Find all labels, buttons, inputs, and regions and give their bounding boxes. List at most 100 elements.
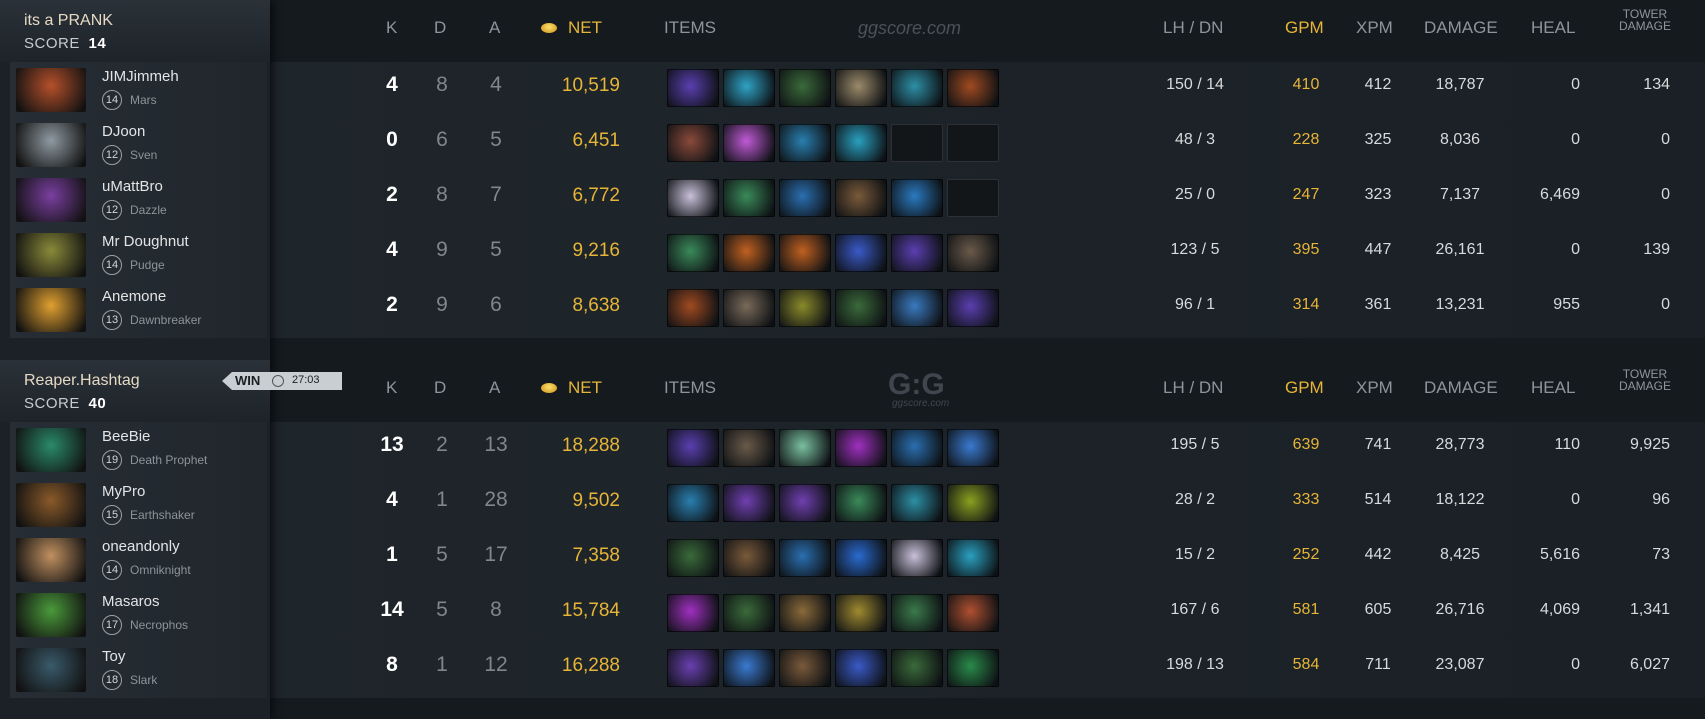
player-name[interactable]: Toy [102,648,125,665]
item-icon[interactable] [667,594,719,632]
player-name[interactable]: oneandonly [102,538,180,555]
tower-damage: 1,341 [1629,601,1670,618]
hero-level: 18 [102,670,122,690]
player-card[interactable]: BeeBie 19 Death Prophet [10,422,267,478]
item-icon[interactable] [779,124,831,162]
item-icon[interactable] [667,649,719,687]
team-name: its a PRANK [24,12,113,29]
item-icon[interactable] [667,429,719,467]
player-name[interactable]: uMattBro [102,178,163,195]
item-icon[interactable] [947,594,999,632]
item-icon[interactable] [779,539,831,577]
deaths: 1 [436,653,448,676]
item-icon[interactable] [835,594,887,632]
item-icon[interactable] [947,484,999,522]
item-icon[interactable] [779,649,831,687]
item-icon[interactable] [947,234,999,272]
item-icon[interactable] [667,69,719,107]
net-worth: 9,502 [572,490,620,511]
player-card[interactable]: uMattBro 12 Dazzle [10,172,267,228]
item-icon[interactable] [723,69,775,107]
kills: 13 [380,433,404,456]
item-icon[interactable] [723,484,775,522]
item-icon[interactable] [835,484,887,522]
hero-name: Dazzle [130,203,167,217]
item-icon[interactable] [723,649,775,687]
item-icon[interactable] [723,124,775,162]
player-name[interactable]: MyPro [102,483,145,500]
watermark: ggscore.com [858,18,962,38]
col-k: K [386,18,398,37]
player-card[interactable]: DJoon 12 Sven [10,117,267,173]
item-icon[interactable] [779,594,831,632]
col-items: ITEMS [664,378,716,397]
item-icon[interactable] [667,179,719,217]
player-card[interactable]: Toy 18 Slark [10,642,267,698]
empty-item-slot [947,124,999,162]
item-icon[interactable] [723,539,775,577]
item-icon[interactable] [723,594,775,632]
item-icon[interactable] [947,69,999,107]
item-icon[interactable] [667,289,719,327]
item-icon[interactable] [891,649,943,687]
xpm: 325 [1364,131,1392,148]
item-icon[interactable] [835,649,887,687]
deaths: 6 [436,128,448,151]
hero-level: 14 [102,255,122,275]
item-icon[interactable] [891,429,943,467]
item-icon[interactable] [891,234,943,272]
item-icon[interactable] [891,539,943,577]
deaths: 9 [436,293,448,316]
item-icon[interactable] [779,484,831,522]
item-icon[interactable] [723,429,775,467]
player-name[interactable]: BeeBie [102,428,150,445]
assists: 7 [490,183,502,206]
item-icon[interactable] [835,539,887,577]
item-icon[interactable] [779,234,831,272]
item-icon[interactable] [723,179,775,217]
player-card[interactable]: Mr Doughnut 14 Pudge [10,227,267,283]
item-icon[interactable] [779,429,831,467]
item-icon[interactable] [667,484,719,522]
player-name[interactable]: Masaros [102,593,160,610]
assists: 4 [490,73,502,96]
item-icon[interactable] [779,179,831,217]
item-icon[interactable] [891,179,943,217]
col-lhdn: LH / DN [1163,18,1224,37]
item-icon[interactable] [667,124,719,162]
item-icon[interactable] [667,234,719,272]
item-icon[interactable] [723,289,775,327]
item-icon[interactable] [947,539,999,577]
item-icon[interactable] [891,484,943,522]
player-name[interactable]: Mr Doughnut [102,233,189,250]
item-icon[interactable] [835,234,887,272]
item-icon[interactable] [891,594,943,632]
item-icon[interactable] [835,289,887,327]
item-icon[interactable] [667,539,719,577]
item-icon[interactable] [891,289,943,327]
last-hits-denies: 96 / 1 [1174,296,1216,313]
player-card[interactable]: Masaros 17 Necrophos [10,587,267,643]
item-icon[interactable] [779,289,831,327]
player-card[interactable]: JIMJimmeh 14 Mars [10,62,267,118]
item-icon[interactable] [947,289,999,327]
item-icon[interactable] [779,69,831,107]
item-icon[interactable] [947,649,999,687]
player-card[interactable]: Anemone 13 Dawnbreaker [10,282,267,338]
item-icon[interactable] [835,124,887,162]
item-icon[interactable] [835,179,887,217]
player-name[interactable]: Anemone [102,288,166,305]
player-name[interactable]: JIMJimmeh [102,68,179,85]
player-name[interactable]: DJoon [102,123,145,140]
net-worth: 9,216 [572,240,620,261]
col-gpm: GPM [1285,378,1324,397]
match-time: 27:03 [292,374,320,386]
player-card[interactable]: MyPro 15 Earthshaker [10,477,267,533]
net-worth: 15,784 [561,600,620,621]
item-icon[interactable] [891,69,943,107]
item-icon[interactable] [835,69,887,107]
item-icon[interactable] [835,429,887,467]
item-icon[interactable] [947,429,999,467]
item-icon[interactable] [723,234,775,272]
player-card[interactable]: oneandonly 14 Omniknight [10,532,267,588]
